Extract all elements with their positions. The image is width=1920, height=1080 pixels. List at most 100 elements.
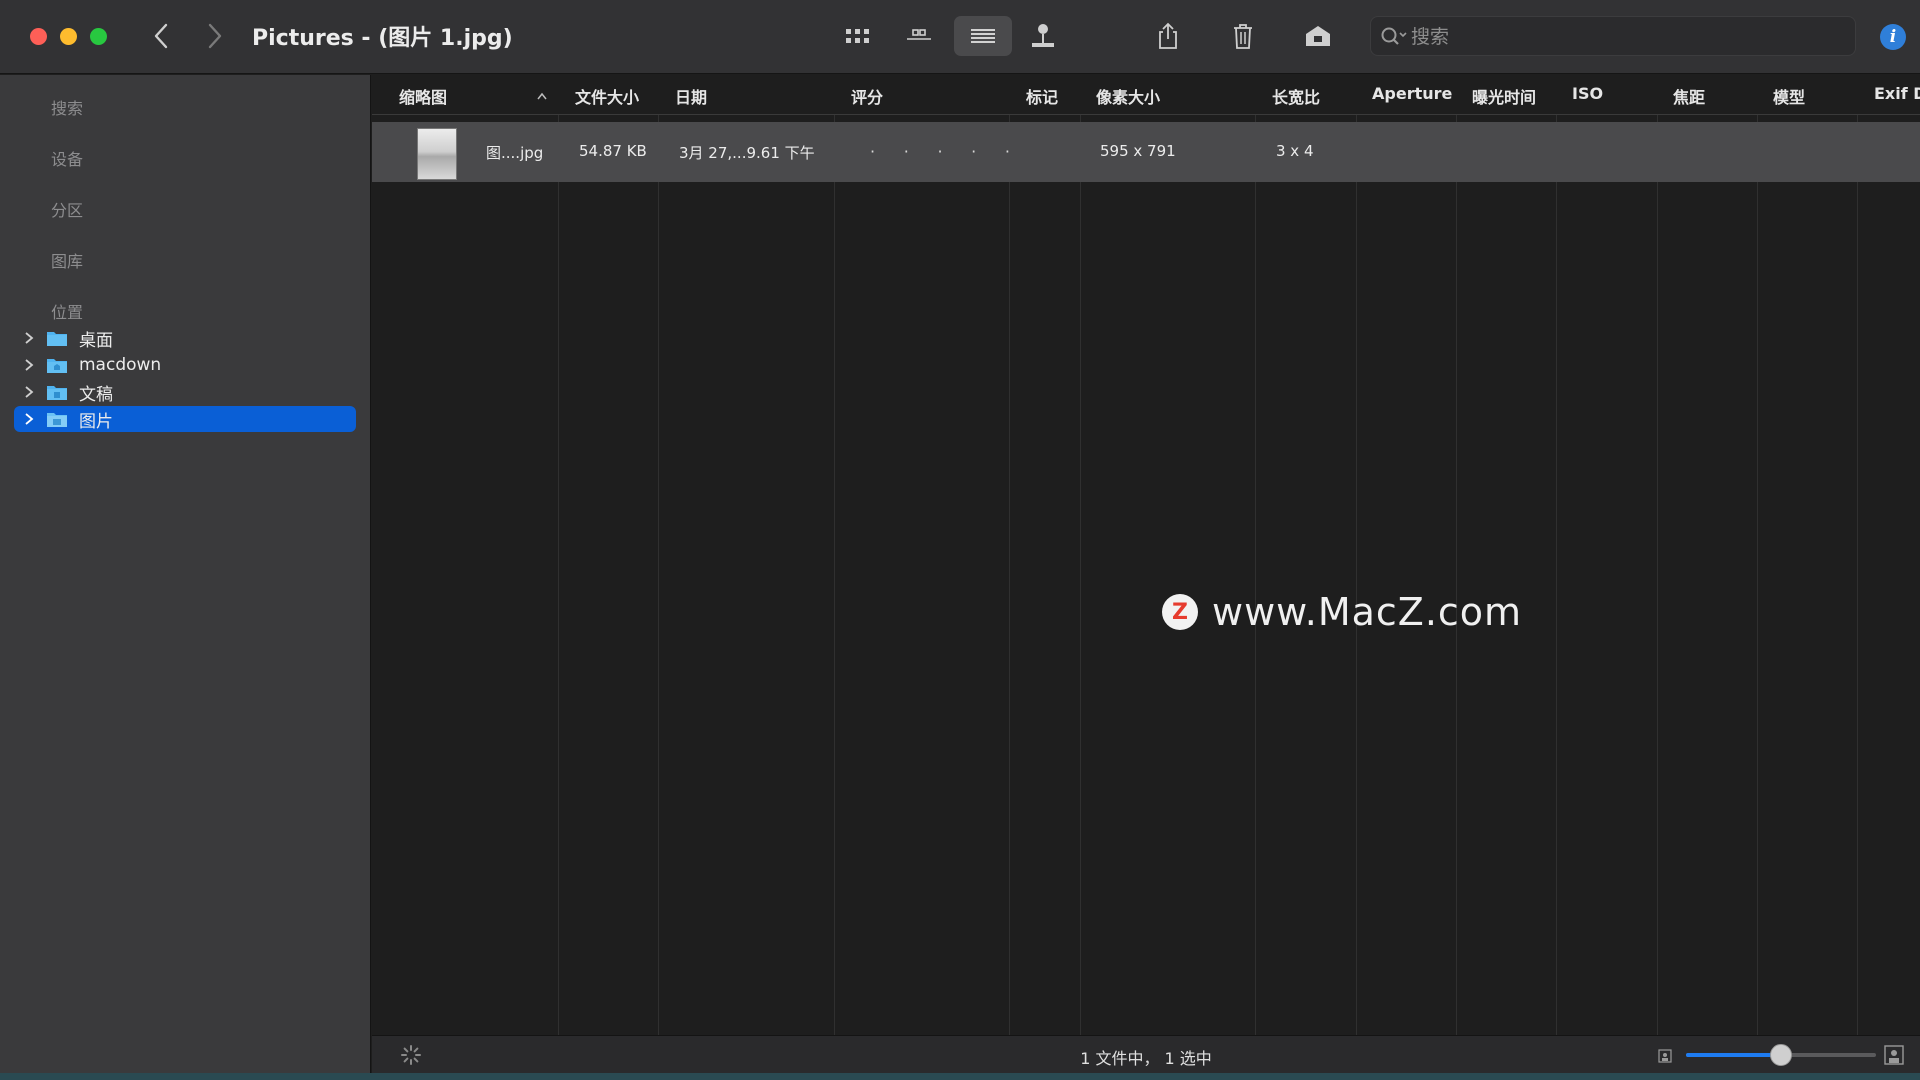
list-view-icon [971,29,995,43]
search-input[interactable] [1411,23,1841,51]
column-divider[interactable] [1857,75,1858,1035]
rating-dot[interactable]: · [937,142,942,162]
forward-button[interactable] [200,18,230,54]
sidebar-section-devices[interactable]: 设备 [51,146,83,170]
column-header-tag[interactable]: 标记 [1026,84,1058,108]
watermark-text: www.MacZ.com [1212,590,1523,634]
column-header-iso[interactable]: ISO [1572,84,1603,103]
icon-view-icon [846,29,869,43]
column-header-size[interactable]: 文件大小 [575,84,639,108]
column-divider[interactable] [1456,75,1457,1035]
column-header-model[interactable]: 模型 [1773,84,1805,108]
sidebar-item-desktop[interactable]: 桌面 [14,325,356,351]
sidebar-section-partitions[interactable]: 分区 [51,197,83,221]
sidebar-section-search[interactable]: 搜索 [51,95,83,119]
coverflow-view-button[interactable] [1017,16,1069,56]
chevron-right-icon[interactable] [22,385,36,399]
rating-dot[interactable]: · [1005,142,1010,162]
chevron-left-icon [154,23,168,49]
zoom-window-button[interactable] [90,28,107,45]
column-header-row: 缩略图 文件大小 日期 评分 标记 像素大小 长宽比 Aperture 曝光时间… [372,75,1920,115]
sidebar-item-documents[interactable]: 文稿 [14,379,356,405]
file-pixels: 595 x 791 [1100,142,1176,160]
gallery-view-button[interactable] [893,16,945,56]
column-divider[interactable] [1080,75,1081,1035]
back-button[interactable] [146,18,176,54]
column-header-exif-date[interactable]: Exif D [1874,84,1920,103]
file-size: 54.87 KB [579,142,647,160]
column-divider[interactable] [658,75,659,1035]
share-icon [1159,22,1177,49]
file-list: 缩略图 文件大小 日期 评分 标记 像素大小 长宽比 Aperture 曝光时间… [372,75,1920,1035]
column-header-thumbnail[interactable]: 缩略图 [399,84,447,108]
column-divider[interactable] [1009,75,1010,1035]
share-button[interactable] [1142,16,1194,56]
pictures-folder-icon [47,413,67,427]
trash-button[interactable] [1217,16,1269,56]
small-thumbnail-icon [1658,1049,1672,1063]
toolbar: Pictures - (图片 1.jpg) 搜索 i [0,0,1920,74]
column-header-date[interactable]: 日期 [675,84,707,108]
column-header-pixels[interactable]: 像素大小 [1096,84,1160,108]
column-divider[interactable] [1657,75,1658,1035]
chevron-right-icon[interactable] [22,358,36,372]
icon-view-button[interactable] [832,16,884,56]
folder-icon [47,332,67,346]
column-divider[interactable] [834,75,835,1035]
tag-button[interactable] [1292,16,1344,56]
close-window-button[interactable] [30,28,47,45]
column-divider[interactable] [1757,75,1758,1035]
rating-stars[interactable]: · · · · · [870,142,1010,162]
window-title: Pictures - (图片 1.jpg) [252,26,513,51]
tag-icon [1306,26,1330,46]
rating-dot[interactable]: · [870,142,875,162]
table-row[interactable]: 图....jpg 54.87 KB 3月 27,...9.61 下午 · · ·… [372,122,1920,182]
sidebar: 搜索 设备 分区 图库 位置 桌面 macdown 文稿 图片 [0,75,371,1075]
column-divider[interactable] [558,75,559,1035]
watermark: Z www.MacZ.com [1162,590,1522,634]
documents-folder-icon [47,386,67,400]
chevron-right-icon[interactable] [22,331,36,345]
coverflow-view-icon [1032,24,1054,47]
rating-dot[interactable]: · [971,142,976,162]
status-bar: 1 文件中， 1 选中 [372,1035,1920,1073]
column-header-exposure[interactable]: 曝光时间 [1472,84,1536,108]
file-name: 图....jpg [486,144,544,162]
slider-knob[interactable] [1770,1044,1792,1066]
thumbnail-size-slider[interactable] [1686,1044,1876,1066]
file-date: 3月 27,...9.61 下午 [679,144,815,162]
minimize-window-button[interactable] [60,28,77,45]
sidebar-item-label: 文稿 [79,384,113,405]
sidebar-item-macdown[interactable]: macdown [14,352,356,378]
desktop-background-strip [0,1073,1920,1080]
sidebar-section-library[interactable]: 图库 [51,248,83,272]
search-field[interactable] [1370,16,1856,56]
chevron-right-icon [208,23,222,49]
column-header-aspect[interactable]: 长宽比 [1272,84,1320,108]
status-text: 1 文件中， 1 选中 [1080,1049,1212,1068]
sort-ascending-icon [537,92,547,100]
column-divider[interactable] [1356,75,1357,1035]
list-view-button[interactable] [954,16,1012,56]
column-header-rating[interactable]: 评分 [851,84,883,108]
gallery-view-icon [907,29,931,40]
sidebar-item-pictures[interactable]: 图片 [14,406,356,432]
home-folder-icon [47,359,67,373]
chevron-right-icon[interactable] [22,412,36,426]
column-divider[interactable] [1255,75,1256,1035]
file-thumbnail [417,128,457,180]
sidebar-section-locations[interactable]: 位置 [51,299,83,323]
trash-icon [1234,24,1252,49]
column-divider[interactable] [1556,75,1557,1035]
sidebar-item-label: macdown [79,355,162,375]
column-header-aperture[interactable]: Aperture [1372,84,1452,103]
watermark-logo: Z [1162,594,1198,630]
info-button[interactable]: i [1880,24,1906,50]
rating-dot[interactable]: · [904,142,909,162]
slider-fill [1686,1053,1781,1057]
column-header-focal-length[interactable]: 焦距 [1673,84,1705,108]
large-thumbnail-icon [1884,1045,1904,1065]
file-aspect: 3 x 4 [1276,142,1314,160]
search-icon [1381,27,1407,45]
sidebar-item-label: 图片 [79,411,113,432]
